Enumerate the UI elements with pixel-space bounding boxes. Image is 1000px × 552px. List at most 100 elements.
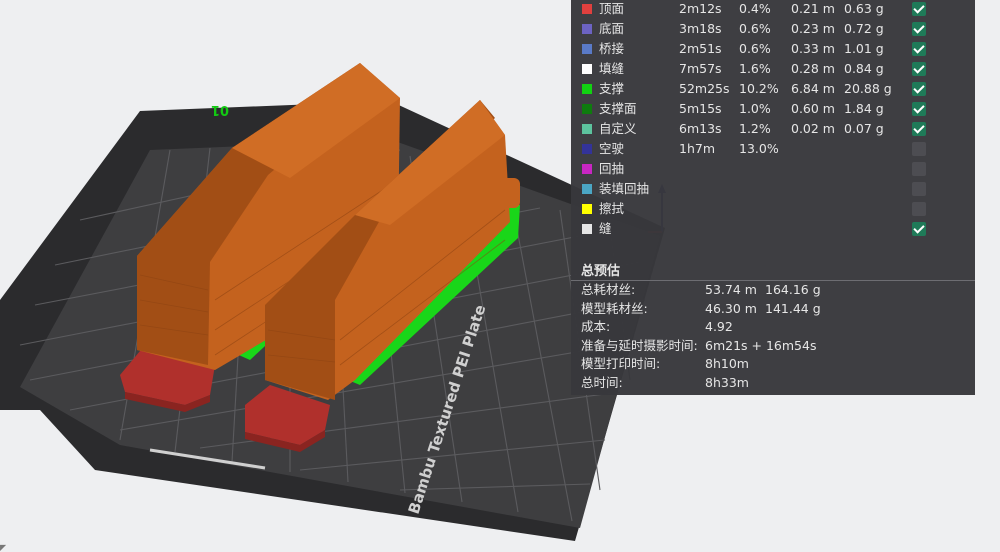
time-value: 1h7m <box>679 141 716 156</box>
length-value: 0.28 m <box>791 61 835 76</box>
feature-label: 缝 <box>599 221 612 236</box>
summary-value: 6m21s + 16m54s <box>705 337 817 353</box>
legend-row[interactable]: 缝 <box>571 219 975 239</box>
length-value: 0.21 m <box>791 1 835 16</box>
color-swatch <box>582 64 592 74</box>
length-value: 6.84 m <box>791 81 835 96</box>
length-value: 0.60 m <box>791 101 835 116</box>
feature-label: 底面 <box>599 21 625 36</box>
weight-value: 20.88 g <box>844 81 892 96</box>
percent-value: 0.6% <box>739 21 771 36</box>
length-value: 0.33 m <box>791 41 835 56</box>
color-swatch <box>582 44 592 54</box>
legend-row[interactable]: 支撑面 5m15s 1.0% 0.60 m 1.84 g <box>571 99 975 119</box>
summary-label: 总耗材丝: <box>581 282 636 297</box>
summary-row: 总耗材丝: 53.74 m 164.16 g <box>581 281 975 299</box>
visibility-checkbox[interactable] <box>912 2 926 16</box>
visibility-checkbox[interactable] <box>912 102 926 116</box>
visibility-checkbox[interactable] <box>912 222 926 236</box>
summary-value: 46.30 m <box>705 300 757 316</box>
visibility-checkbox[interactable] <box>912 142 926 156</box>
legend-row[interactable]: 桥接 2m51s 0.6% 0.33 m 1.01 g <box>571 39 975 59</box>
legend-row[interactable]: 填缝 7m57s 1.6% 0.28 m 0.84 g <box>571 59 975 79</box>
summary-value-secondary: 141.44 g <box>765 300 821 316</box>
color-swatch <box>582 224 592 234</box>
time-value: 2m51s <box>679 41 722 56</box>
visibility-checkbox[interactable] <box>912 162 926 176</box>
feature-label: 装填回抽 <box>599 181 650 196</box>
feature-label: 支撑 <box>599 81 625 96</box>
summary-value: 8h10m <box>705 356 749 371</box>
weight-value: 1.01 g <box>844 41 884 56</box>
feature-label: 自定义 <box>599 121 637 136</box>
weight-value: 0.72 g <box>844 21 884 36</box>
percent-value: 0.6% <box>739 41 771 56</box>
color-swatch <box>582 184 592 194</box>
feature-label: 擦拭 <box>599 201 625 216</box>
legend-row[interactable]: 擦拭 <box>571 199 975 219</box>
summary-row: 模型耗材丝: 46.30 m 141.44 g <box>581 300 975 318</box>
summary-label: 模型打印时间: <box>581 356 661 371</box>
color-swatch <box>582 24 592 34</box>
summary-label: 准备与延时摄影时间: <box>581 337 698 353</box>
visibility-checkbox[interactable] <box>912 202 926 216</box>
color-swatch <box>582 104 592 114</box>
summary-title: 总预估 <box>581 264 621 279</box>
percent-value: 13.0% <box>739 141 779 156</box>
length-value: 0.02 m <box>791 121 835 136</box>
visibility-checkbox[interactable] <box>912 82 926 96</box>
plate-number: 01 <box>211 102 229 117</box>
summary-value: 8h33m <box>705 374 749 390</box>
color-swatch <box>582 144 592 154</box>
percent-value: 10.2% <box>739 81 779 96</box>
legend-row[interactable]: 装填回抽 <box>571 179 975 199</box>
percent-value: 0.4% <box>739 1 771 16</box>
legend-row[interactable]: 回抽 <box>571 159 975 179</box>
feature-label: 回抽 <box>599 161 625 176</box>
feature-label: 空驶 <box>599 141 625 156</box>
color-swatch <box>582 124 592 134</box>
summary-value-secondary: 164.16 g <box>765 282 821 297</box>
weight-value: 1.84 g <box>844 101 884 116</box>
time-value: 7m57s <box>679 61 722 76</box>
legend-row[interactable]: 自定义 6m13s 1.2% 0.02 m 0.07 g <box>571 119 975 139</box>
length-value: 0.23 m <box>791 21 835 36</box>
percent-value: 1.0% <box>739 101 771 116</box>
time-value: 3m18s <box>679 21 722 36</box>
gcode-legend-panel: 内部实心填充1h10m13.7%7.35 m22.48 g顶面2m12s0.4%… <box>571 0 975 395</box>
visibility-checkbox[interactable] <box>912 62 926 76</box>
feature-label: 填缝 <box>599 61 625 76</box>
visibility-checkbox[interactable] <box>912 22 926 36</box>
color-swatch <box>582 204 592 214</box>
weight-value: 0.07 g <box>844 121 884 136</box>
summary-label: 模型耗材丝: <box>581 300 648 316</box>
summary-value: 53.74 m <box>705 282 757 297</box>
weight-value: 0.84 g <box>844 61 884 76</box>
summary-row: 模型打印时间: 8h10m <box>581 355 975 373</box>
color-swatch <box>582 164 592 174</box>
time-value: 2m12s <box>679 1 722 16</box>
weight-value: 0.63 g <box>844 1 884 16</box>
legend-row[interactable]: 顶面 2m12s 0.4% 0.21 m 0.63 g <box>571 0 975 19</box>
summary-value: 4.92 <box>705 319 733 334</box>
summary-row: 总时间: 8h33m <box>581 374 975 392</box>
summary-label: 总时间: <box>581 374 623 390</box>
time-value: 52m25s <box>679 81 730 96</box>
legend-row[interactable]: 底面 3m18s 0.6% 0.23 m 0.72 g <box>571 19 975 39</box>
summary-row: 准备与延时摄影时间: 6m21s + 16m54s <box>581 337 975 355</box>
visibility-checkbox[interactable] <box>912 42 926 56</box>
time-value: 6m13s <box>679 121 722 136</box>
color-swatch <box>582 84 592 94</box>
feature-label: 顶面 <box>599 1 625 16</box>
feature-label: 桥接 <box>599 41 625 56</box>
visibility-checkbox[interactable] <box>912 122 926 136</box>
percent-value: 1.6% <box>739 61 771 76</box>
legend-row[interactable]: 支撑 52m25s 10.2% 6.84 m 20.88 g <box>571 79 975 99</box>
summary-label: 成本: <box>581 319 611 334</box>
summary-row: 成本: 4.92 <box>581 318 975 336</box>
color-swatch <box>582 4 592 14</box>
legend-row[interactable]: 空驶 1h7m 13.0% <box>571 139 975 159</box>
time-value: 5m15s <box>679 101 722 116</box>
feature-label: 支撑面 <box>599 101 637 116</box>
visibility-checkbox[interactable] <box>912 182 926 196</box>
